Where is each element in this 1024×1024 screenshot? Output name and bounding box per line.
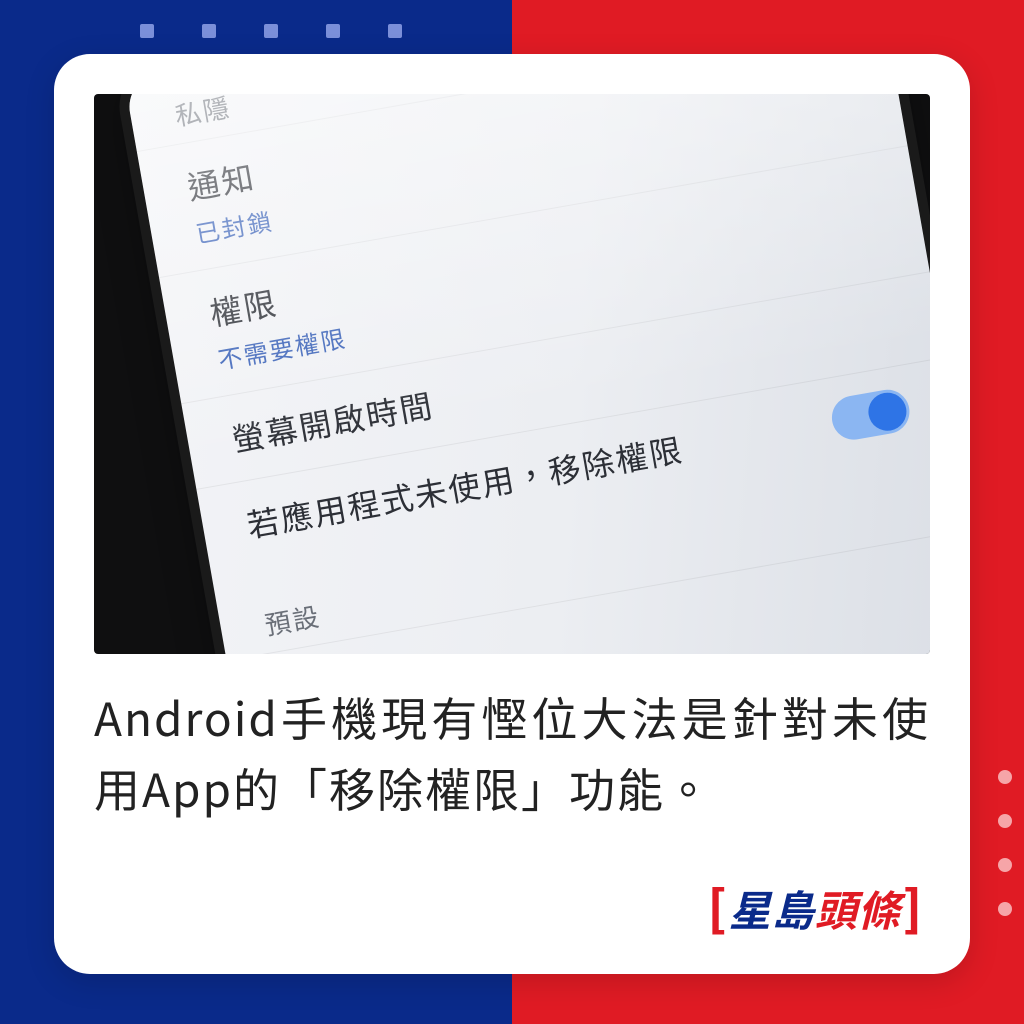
row-subtitle: 已封鎖 xyxy=(193,202,276,250)
content-card: 私隱 通知 已封鎖 權限 不需要權限 螢幕開啟時間 xyxy=(54,54,970,974)
row-title: 通知 xyxy=(184,151,269,210)
bracket-right-icon: ] xyxy=(903,870,922,940)
decorative-dots-right xyxy=(998,770,1012,916)
row-title: 螢幕開啟時間 xyxy=(228,381,437,462)
toggle-switch[interactable] xyxy=(828,386,912,443)
brand-text-b: 頭條 xyxy=(815,878,901,939)
brand-logo: [ 星島 頭條 ] xyxy=(706,870,924,940)
phone-screen: 私隱 通知 已封鎖 權限 不需要權限 螢幕開啟時間 xyxy=(124,94,930,654)
bracket-left-icon: [ xyxy=(708,870,727,940)
caption-text: Android手機現有慳位大法是針對未使用App的「移除權限」功能。 xyxy=(94,682,930,825)
brand-text-a: 星島 xyxy=(729,878,815,939)
screenshot-photo: 私隱 通知 已封鎖 權限 不需要權限 螢幕開啟時間 xyxy=(94,94,930,654)
decorative-dots-top xyxy=(140,24,402,38)
